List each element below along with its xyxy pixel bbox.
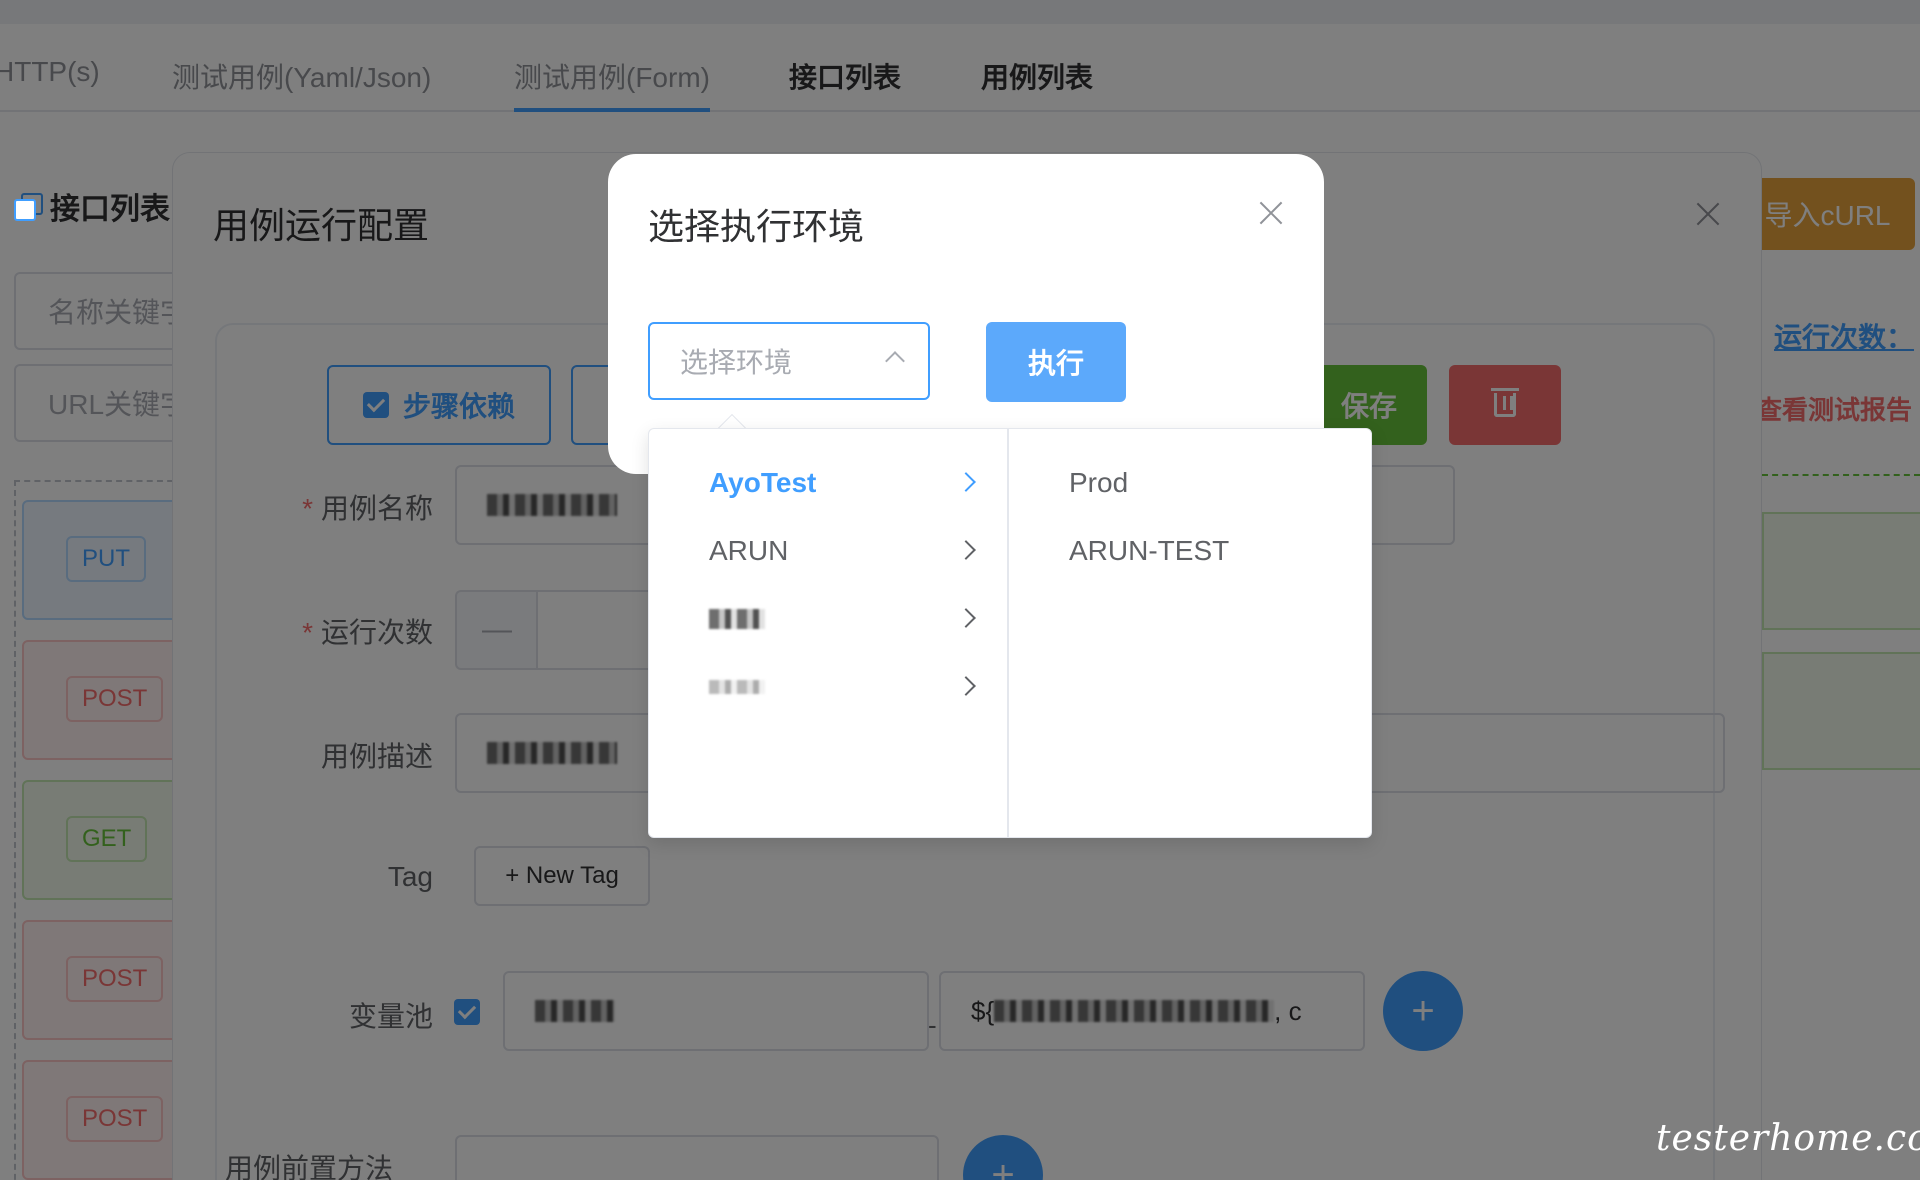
cascader-level1: AyoTest ARUN	[649, 429, 1009, 837]
chevron-right-icon	[956, 472, 976, 492]
chevron-right-icon	[956, 608, 976, 628]
chevron-right-icon	[956, 676, 976, 696]
cascader-option-redacted[interactable]	[649, 653, 1007, 721]
cascader-option-prod[interactable]: Prod	[1011, 449, 1371, 517]
watermark: testerhome.com	[1656, 1118, 1920, 1159]
close-icon	[1256, 198, 1286, 228]
cascader-level2: Prod ARUN-TEST	[1011, 429, 1371, 837]
cascader-option-arun[interactable]: ARUN	[649, 517, 1007, 585]
close-button[interactable]	[1256, 198, 1286, 228]
select-env-dialog: 选择执行环境 选择环境 执行	[608, 154, 1324, 474]
cascader-option-redacted[interactable]	[649, 585, 1007, 653]
chevron-right-icon	[956, 540, 976, 560]
chevron-up-icon	[885, 351, 905, 371]
dialog-title: 选择执行环境	[648, 206, 865, 247]
cascader-option-arun-test[interactable]: ARUN-TEST	[1011, 517, 1371, 585]
env-select[interactable]: 选择环境	[648, 322, 930, 400]
env-cascader-dropdown: AyoTest ARUN Prod ARUN-TEST	[648, 428, 1372, 838]
cascader-option-ayotest[interactable]: AyoTest	[649, 449, 1007, 517]
execute-button[interactable]: 执行	[986, 322, 1126, 402]
